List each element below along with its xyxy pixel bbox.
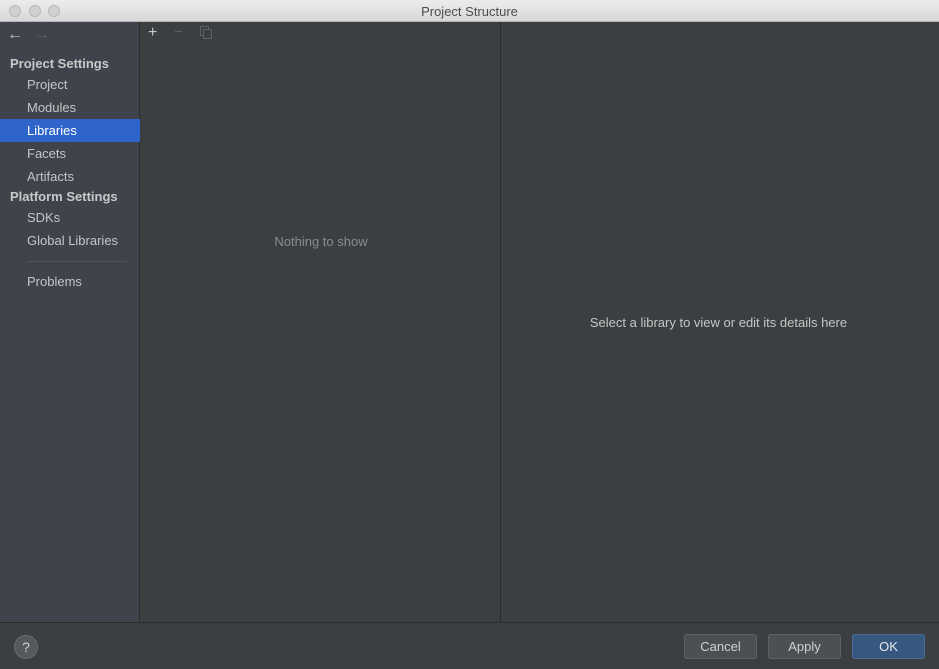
back-arrow-icon[interactable]: ←: [7, 26, 23, 44]
cancel-button[interactable]: Cancel: [684, 634, 757, 659]
sidebar-item-problems[interactable]: Problems: [0, 270, 140, 293]
sidebar-item-libraries[interactable]: Libraries: [0, 119, 140, 142]
library-list-pane: + − Nothing to show: [141, 22, 501, 622]
sidebar-item-sdks[interactable]: SDKs: [0, 206, 140, 229]
help-button[interactable]: ?: [14, 635, 38, 659]
title-bar: Project Structure: [0, 0, 939, 22]
add-icon[interactable]: +: [148, 24, 157, 42]
sidebar-item-project[interactable]: Project: [0, 73, 140, 96]
list-toolbar: + −: [141, 22, 501, 46]
sidebar-item-facets[interactable]: Facets: [0, 142, 140, 165]
platform-settings-header: Platform Settings: [10, 189, 118, 204]
apply-button[interactable]: Apply: [768, 634, 841, 659]
sidebar-item-artifacts[interactable]: Artifacts: [0, 165, 140, 188]
remove-icon[interactable]: −: [174, 24, 183, 42]
dialog-footer: ? Cancel Apply OK: [0, 622, 939, 669]
library-detail-pane: Select a library to view or edit its det…: [502, 22, 939, 622]
detail-placeholder: Select a library to view or edit its det…: [589, 315, 848, 330]
sidebar-item-modules[interactable]: Modules: [0, 96, 140, 119]
forward-arrow-icon[interactable]: →: [34, 26, 50, 44]
empty-list-message: Nothing to show: [274, 234, 368, 249]
sidebar-divider: [27, 261, 127, 262]
window-title: Project Structure: [421, 4, 518, 19]
ok-button[interactable]: OK: [852, 634, 925, 659]
sidebar-item-global-libraries[interactable]: Global Libraries: [0, 229, 140, 252]
project-settings-header: Project Settings: [10, 56, 109, 71]
sidebar: ← → Project Settings Project Modules Lib…: [0, 22, 140, 622]
